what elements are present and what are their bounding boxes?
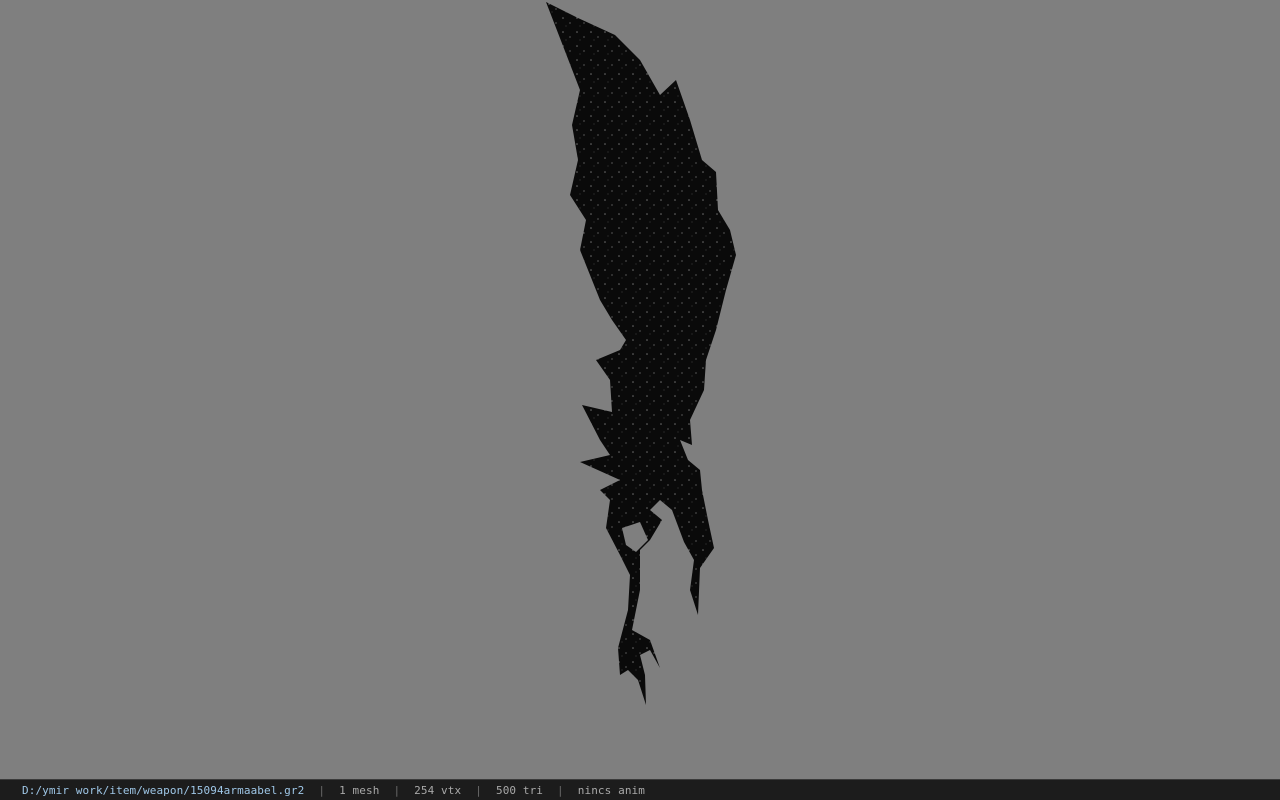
mesh-count: 1 mesh <box>339 783 380 797</box>
sword-blade <box>546 2 736 705</box>
separator: | <box>318 783 326 797</box>
status-bar: D:/ymir work/item/weapon/15094armaabel.g… <box>0 779 1280 800</box>
separator: | <box>475 783 482 797</box>
sword-model <box>546 2 736 705</box>
separator: | <box>393 783 401 797</box>
separator: | <box>557 783 564 797</box>
vertex-count: 254 vtx <box>414 783 462 797</box>
animation-status: nincs anim <box>577 783 645 797</box>
triangle-count: 500 tri <box>495 783 544 797</box>
model-viewport[interactable] <box>0 0 1280 779</box>
file-path: D:/ymir work/item/weapon/15094armaabel.g… <box>22 783 305 797</box>
